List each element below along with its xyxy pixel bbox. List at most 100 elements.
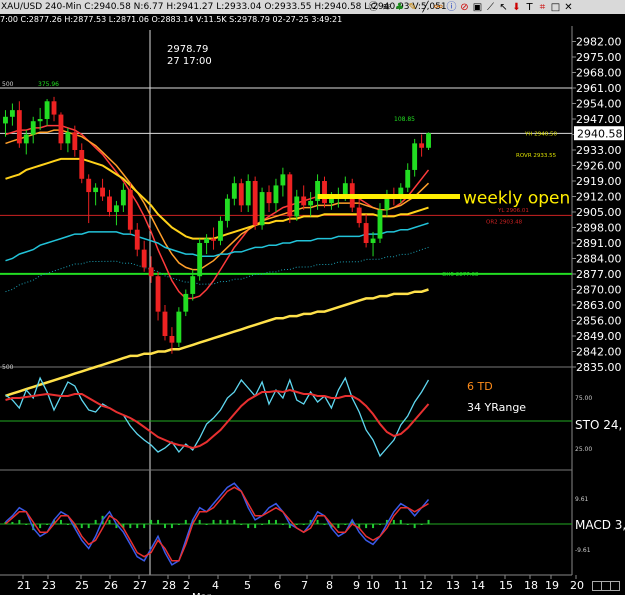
candle bbox=[363, 214, 369, 248]
macd-histogram-bar bbox=[205, 524, 208, 525]
candle bbox=[280, 167, 286, 197]
macd-histogram-bar bbox=[94, 519, 97, 524]
macd-tick-neg: -9.61 bbox=[575, 547, 591, 554]
candle-body bbox=[363, 223, 369, 243]
macd-histogram-bar bbox=[365, 524, 368, 529]
macd-histogram-bar bbox=[80, 524, 83, 529]
macd-histogram-bar bbox=[378, 524, 381, 525]
weekly-open-label: weekly open bbox=[463, 189, 570, 209]
candle-body bbox=[342, 183, 348, 195]
macd-histogram-bar bbox=[337, 524, 340, 529]
y-tick-label: 2835.00 bbox=[576, 361, 622, 374]
y-tick-label: 2919.00 bbox=[576, 175, 622, 188]
macd-histogram-bar bbox=[226, 519, 229, 524]
x-tick-label: 4 bbox=[212, 579, 219, 592]
x-tick-label: 25 bbox=[75, 579, 89, 592]
x-tick-label: 7 bbox=[301, 579, 308, 592]
macd-histogram-bar bbox=[254, 524, 257, 529]
candle bbox=[3, 110, 8, 137]
y-tick-label: 2842.00 bbox=[576, 346, 622, 359]
macd-histogram-bar bbox=[18, 519, 21, 524]
candle-body bbox=[273, 185, 279, 204]
macd-histogram-bar bbox=[302, 524, 305, 525]
candle bbox=[211, 227, 216, 250]
macd-histogram-bar bbox=[163, 524, 166, 529]
candle-body bbox=[287, 174, 293, 217]
candle-body bbox=[16, 110, 22, 144]
candle-body bbox=[86, 178, 92, 193]
sto-label-range: 34 YRange bbox=[467, 401, 526, 414]
candle-body bbox=[308, 200, 314, 206]
macd-histogram-bar bbox=[59, 519, 62, 524]
macd-histogram-bar bbox=[143, 524, 146, 529]
macd-histogram-bar bbox=[46, 524, 49, 525]
chart-canvas[interactable]: 500 500 2978.7927 17:00 weekly open YH 2940.… bbox=[0, 0, 625, 595]
candle-body bbox=[426, 133, 431, 148]
x-tick-label: 18 bbox=[524, 579, 538, 592]
candle-body bbox=[204, 238, 210, 243]
x-tick-label: 19 bbox=[545, 579, 559, 592]
x-tick-label: 10 bbox=[366, 579, 380, 592]
candle-body bbox=[148, 267, 154, 277]
macd-histogram-bar bbox=[392, 519, 395, 524]
x-tick-label: 13 bbox=[446, 579, 460, 592]
y-tick-label: 2961.00 bbox=[576, 82, 622, 95]
y-tick-label: 2982.00 bbox=[576, 36, 622, 49]
candle bbox=[426, 132, 431, 150]
candle-body bbox=[238, 183, 244, 206]
candle bbox=[79, 143, 85, 184]
candle-body bbox=[107, 196, 112, 212]
candle bbox=[412, 138, 418, 177]
x-tick-label: 26 bbox=[104, 579, 118, 592]
candle bbox=[384, 189, 390, 217]
sto-tick-75: 75.00 bbox=[575, 395, 592, 402]
sto-label-td: 6 TD bbox=[467, 380, 493, 393]
dotted-average bbox=[5, 246, 429, 293]
candle bbox=[370, 231, 376, 257]
macd-histogram-bar bbox=[170, 524, 173, 529]
y-tick-label: 2933.00 bbox=[576, 144, 622, 157]
macd-tick-pos: 9.61 bbox=[575, 496, 589, 503]
candle bbox=[148, 256, 154, 283]
candle bbox=[30, 116, 36, 144]
x-tick-label: 21 bbox=[17, 579, 31, 592]
x-tick-label: 14 bbox=[471, 579, 485, 592]
candle bbox=[266, 185, 272, 212]
candle bbox=[44, 99, 50, 126]
sto-tick-25: 25.00 bbox=[575, 446, 592, 453]
macd-histogram-bar bbox=[129, 524, 132, 529]
candle-body bbox=[58, 114, 64, 144]
annotation-high: 375.96 bbox=[38, 81, 59, 88]
moving-average-2 bbox=[5, 129, 430, 271]
candle bbox=[308, 192, 314, 217]
macd-histogram-bar bbox=[11, 521, 14, 524]
candle-body bbox=[329, 198, 334, 204]
y-tick-label: 2891.00 bbox=[576, 237, 622, 250]
candle bbox=[315, 174, 320, 210]
candle-body bbox=[231, 183, 237, 199]
candle-body bbox=[162, 311, 168, 336]
candle bbox=[405, 163, 411, 193]
level-oh5-label: OH5 2877.08 bbox=[442, 272, 479, 278]
candle bbox=[107, 189, 112, 217]
candle-body bbox=[211, 238, 216, 241]
candle bbox=[93, 183, 99, 206]
macd-histogram-bar bbox=[108, 519, 111, 524]
macd-histogram-bar bbox=[198, 519, 201, 524]
candle-body bbox=[44, 101, 50, 119]
y-tick-label: 2884.00 bbox=[576, 253, 622, 266]
candle-body bbox=[419, 143, 425, 148]
candle-body bbox=[183, 293, 189, 312]
candle bbox=[419, 134, 425, 157]
candle-body bbox=[37, 119, 43, 122]
macd-histogram-bar bbox=[136, 524, 139, 529]
x-tick-label: 15 bbox=[499, 579, 513, 592]
window-button-3[interactable] bbox=[610, 581, 620, 591]
macd-histogram-bar bbox=[323, 524, 326, 525]
candle bbox=[120, 183, 126, 212]
candle bbox=[155, 271, 161, 321]
crosshair-value: 2978.79 bbox=[167, 44, 208, 55]
candle bbox=[224, 194, 230, 228]
candle-body bbox=[197, 243, 203, 277]
candle-body bbox=[79, 150, 85, 179]
